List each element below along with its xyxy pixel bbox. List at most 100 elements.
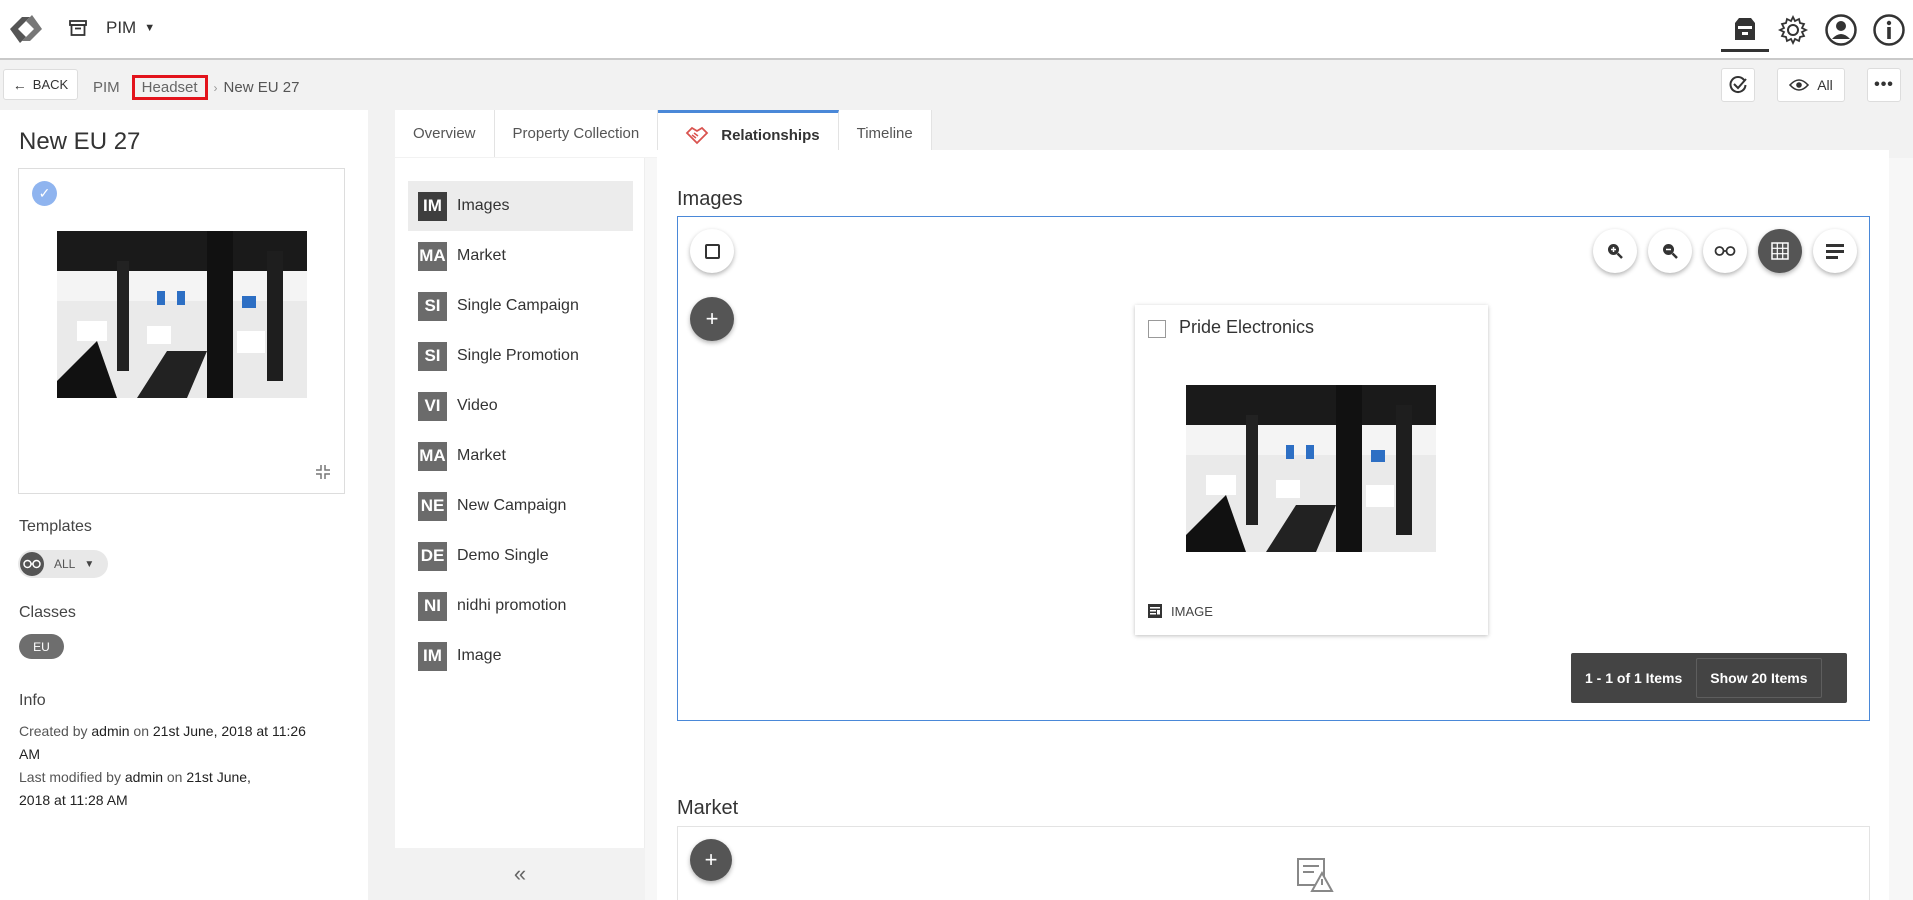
- module-selector[interactable]: PIM ▼: [68, 18, 155, 38]
- archive-box-icon: [69, 20, 87, 36]
- module-label: PIM: [106, 18, 137, 37]
- top-bar: PIM ▼: [0, 0, 1913, 60]
- zoom-in-button[interactable]: [1593, 229, 1637, 273]
- card-image: [1186, 385, 1436, 552]
- relationship-item-images[interactable]: IM Images: [408, 181, 633, 231]
- plus-icon: +: [704, 847, 718, 872]
- chevron-down-icon: ▼: [144, 22, 156, 34]
- breadcrumb-item-headset[interactable]: Headset: [131, 75, 208, 100]
- product-image: [57, 231, 307, 398]
- class-chip[interactable]: EU: [19, 634, 64, 659]
- modified-prefix: Last modified by: [19, 769, 121, 785]
- created-info: Created by admin on 21st June, 2018 at 1…: [19, 720, 306, 766]
- breadcrumb-bar: ← BACK PIM Headset › New EU 27 All •••: [0, 62, 1913, 108]
- inbox-tray-button[interactable]: [1721, 8, 1769, 52]
- relationship-sections: Images + Pride Electronics IMAGE 1 - 1 o…: [657, 150, 1889, 900]
- validate-button[interactable]: [1721, 68, 1755, 102]
- breadcrumb-current: New EU 27: [223, 79, 300, 96]
- entity-info-panel: New EU 27 ✓ Templates ALL ▼ Classes EU I…: [0, 110, 368, 900]
- tab-overview[interactable]: Overview: [395, 110, 495, 157]
- handshake-icon: [685, 126, 709, 145]
- relationship-item-new-campaign[interactable]: NE New Campaign: [408, 481, 633, 531]
- check-circle-icon: [1729, 76, 1747, 94]
- back-label: BACK: [32, 77, 69, 92]
- grid-view-button[interactable]: [1758, 229, 1802, 273]
- relationship-item-demo-single[interactable]: DE Demo Single: [408, 531, 633, 581]
- profile-button[interactable]: [1817, 8, 1865, 52]
- collapse-icon[interactable]: [314, 463, 332, 481]
- list-icon: [1826, 244, 1844, 259]
- relationship-item-nidhi-promotion[interactable]: NI nidhi promotion: [408, 581, 633, 631]
- glasses-icon: [20, 552, 44, 576]
- relationship-name: Single Campaign: [457, 297, 579, 314]
- created-by: admin: [91, 723, 130, 739]
- add-market-button[interactable]: +: [690, 839, 732, 881]
- modified-info: Last modified by admin on 21st June, 201…: [19, 766, 251, 812]
- relationship-item-image[interactable]: IM Image: [408, 631, 633, 681]
- double-chevron-left-icon: «: [513, 861, 527, 886]
- zoom-in-icon: [1608, 244, 1623, 259]
- classes-label: Classes: [19, 604, 76, 621]
- tab-label: Overview: [413, 125, 476, 142]
- page-size-button[interactable]: Show 20 Items: [1696, 658, 1822, 698]
- modified-on: on: [166, 769, 183, 785]
- modified-date: 21st June,: [186, 769, 251, 785]
- relationship-name: Demo Single: [457, 547, 549, 564]
- relationship-name: Market: [457, 247, 506, 264]
- selected-check-icon[interactable]: ✓: [32, 181, 57, 206]
- relationship-name: Video: [457, 397, 498, 414]
- images-section: + Pride Electronics IMAGE 1 - 1 of 1 Ite…: [677, 216, 1870, 721]
- card-checkbox[interactable]: [1148, 320, 1166, 338]
- breadcrumb-item-pim[interactable]: PIM: [93, 79, 120, 96]
- more-options-button[interactable]: •••: [1867, 68, 1901, 102]
- modified-by: admin: [124, 769, 163, 785]
- relationship-name: nidhi promotion: [457, 597, 567, 614]
- created-prefix: Created by: [19, 723, 88, 739]
- user-icon: [1825, 14, 1857, 46]
- app-logo[interactable]: [4, 10, 48, 48]
- relationship-abbr: NE: [418, 491, 447, 521]
- collapse-list-button[interactable]: «: [395, 848, 645, 900]
- list-view-button[interactable]: [1813, 229, 1857, 273]
- modified-date-tail: 2018 at 11:28 AM: [19, 792, 128, 808]
- entity-preview: ✓: [18, 168, 345, 494]
- relationship-name: Market: [457, 447, 506, 464]
- pagination-count: 1 - 1 of 1 Items: [1585, 670, 1683, 686]
- relationship-item-market-2[interactable]: MA Market: [408, 431, 633, 481]
- select-all-button[interactable]: [690, 229, 734, 273]
- tab-label: Timeline: [856, 125, 913, 142]
- checkbox-icon: [704, 243, 720, 259]
- view-filter-button[interactable]: All: [1777, 68, 1845, 102]
- back-button[interactable]: ← BACK: [3, 69, 78, 100]
- tab-label: Property Collection: [512, 125, 640, 142]
- created-on: on: [133, 723, 149, 739]
- image-card[interactable]: Pride Electronics IMAGE: [1135, 305, 1488, 635]
- relationship-item-market[interactable]: MA Market: [408, 231, 633, 281]
- zoom-out-icon: [1663, 244, 1678, 259]
- grid-icon: [1771, 242, 1789, 260]
- zoom-out-button[interactable]: [1648, 229, 1692, 273]
- relationship-item-single-campaign[interactable]: SI Single Campaign: [408, 281, 633, 331]
- market-section: +: [677, 826, 1870, 900]
- glasses-icon: [1714, 246, 1736, 256]
- template-selector[interactable]: ALL ▼: [18, 550, 108, 578]
- add-image-button[interactable]: +: [690, 297, 734, 341]
- info-button[interactable]: [1865, 8, 1913, 52]
- relationship-abbr: SI: [418, 341, 447, 371]
- relationship-abbr: MA: [418, 441, 447, 471]
- settings-button[interactable]: [1769, 8, 1817, 52]
- eye-icon: [1789, 79, 1810, 91]
- created-date: 21st June, 2018 at 11:26: [152, 723, 306, 739]
- tab-property-collection[interactable]: Property Collection: [494, 110, 659, 157]
- relationship-item-single-promotion[interactable]: SI Single Promotion: [408, 331, 633, 381]
- view-filter-label: All: [1817, 77, 1833, 93]
- gear-icon: [1777, 14, 1809, 46]
- arrow-left-icon: ←: [12, 76, 27, 93]
- relationship-item-video[interactable]: VI Video: [408, 381, 633, 431]
- info-icon: [1873, 14, 1905, 46]
- card-title: Pride Electronics: [1179, 317, 1315, 337]
- plus-icon: +: [705, 306, 719, 331]
- view-mode-button[interactable]: [1703, 229, 1747, 273]
- no-content-warning-icon: [1297, 858, 1334, 892]
- chevron-down-icon: ▼: [84, 558, 95, 570]
